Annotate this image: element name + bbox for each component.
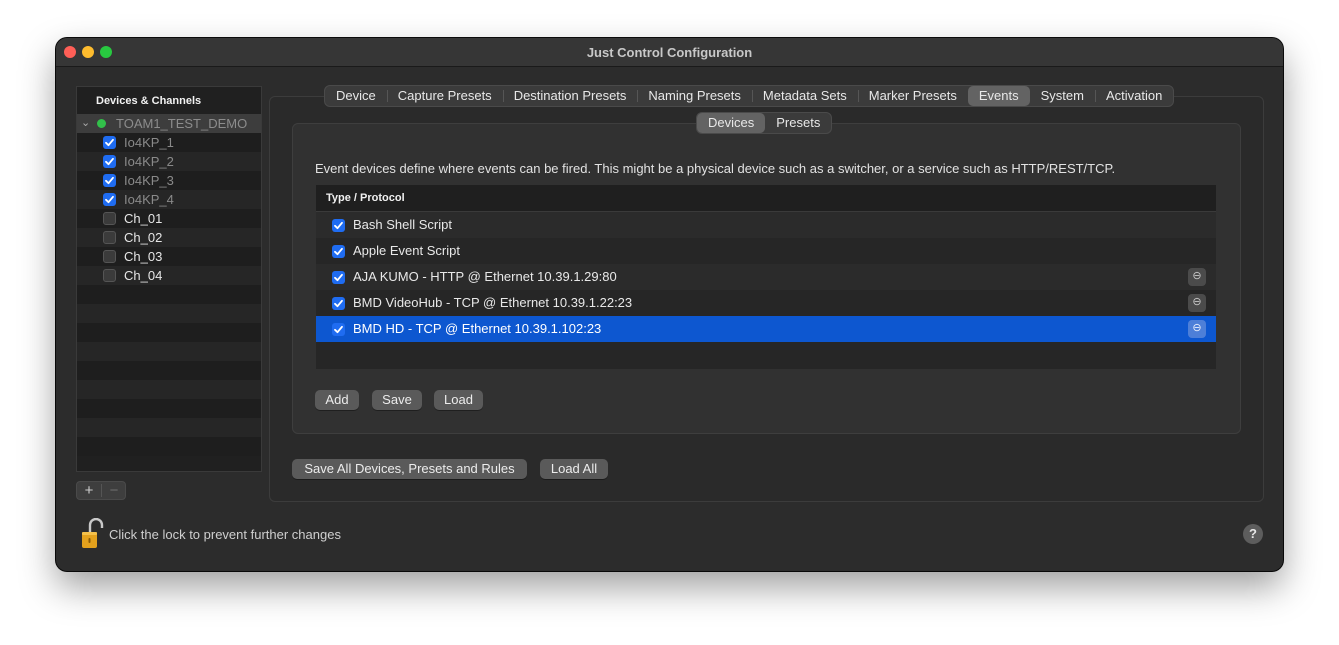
sidebar-group-row[interactable]: ⌄ TOAM1_TEST_DEMO	[77, 114, 261, 133]
table-row-label: Apple Event Script	[353, 243, 460, 258]
add-event-device-button[interactable]: Add	[315, 390, 359, 410]
load-all-button[interactable]: Load All	[540, 459, 608, 479]
row-action-icon[interactable]: ⊖	[1188, 268, 1206, 286]
window-title: Just Control Configuration	[586, 45, 753, 60]
checkbox-unchecked[interactable]	[103, 231, 116, 244]
sidebar-item-label: Io4KP_4	[124, 192, 174, 207]
tab-capture-presets[interactable]: Capture Presets	[386, 86, 503, 106]
sidebar-list: ⌄ TOAM1_TEST_DEMO Io4KP_1 Io4KP_2 Io4KP_3 I…	[77, 114, 261, 456]
table-body: Bash Shell Script Apple Event Script AJA K…	[316, 212, 1216, 368]
subtab-devices[interactable]: Devices	[697, 113, 766, 133]
checkbox-unchecked[interactable]	[103, 212, 116, 225]
checkbox-unchecked[interactable]	[103, 250, 116, 263]
empty-row	[77, 361, 261, 380]
empty-row	[77, 323, 261, 342]
sidebar-item-ch-02[interactable]: Ch_02	[77, 228, 261, 247]
sidebar-item-label: Ch_01	[124, 211, 163, 226]
sidebar-add-remove-control: + −	[76, 481, 126, 500]
add-device-button[interactable]: +	[77, 482, 101, 499]
row-action-icon[interactable]: ⊖	[1188, 320, 1206, 338]
status-dot-icon	[97, 119, 106, 128]
subtab-presets[interactable]: Presets	[765, 113, 831, 133]
load-event-devices-button[interactable]: Load	[434, 390, 483, 410]
sidebar-item-label: Ch_02	[124, 230, 163, 245]
empty-row	[77, 380, 261, 399]
table-row[interactable]: BMD VideoHub - TCP @ Ethernet 10.39.1.22…	[316, 290, 1216, 316]
title-bar: Just Control Configuration	[56, 38, 1283, 67]
chevron-down-icon[interactable]: ⌄	[81, 114, 90, 133]
empty-row	[77, 437, 261, 456]
tab-events[interactable]: Events	[967, 86, 1030, 106]
sidebar-item-ch-04[interactable]: Ch_04	[77, 266, 261, 285]
table-row-label: BMD HD - TCP @ Ethernet 10.39.1.102:23	[353, 321, 602, 336]
sidebar-item-label: Ch_03	[124, 249, 163, 264]
event-devices-table: Type / Protocol Bash Shell Script Apple E…	[316, 185, 1216, 369]
sidebar-item-label: Io4KP_2	[124, 154, 174, 169]
sidebar-item-io4kp-3[interactable]: Io4KP_3	[77, 171, 261, 190]
table-row[interactable]: BMD HD - TCP @ Ethernet 10.39.1.102:23 ⊖	[316, 316, 1216, 342]
save-event-devices-button[interactable]: Save	[372, 390, 422, 410]
checkbox-unchecked[interactable]	[103, 269, 116, 282]
tab-naming-presets[interactable]: Naming Presets	[637, 86, 751, 106]
table-row[interactable]: AJA KUMO - HTTP @ Ethernet 10.39.1.29:80…	[316, 264, 1216, 290]
empty-row	[77, 285, 261, 304]
checkbox-checked[interactable]	[332, 219, 345, 232]
save-all-button[interactable]: Save All Devices, Presets and Rules	[292, 459, 527, 479]
tab-activation[interactable]: Activation	[1094, 86, 1173, 106]
checkbox-checked[interactable]	[332, 271, 345, 284]
empty-row	[77, 342, 261, 361]
sidebar-item-io4kp-2[interactable]: Io4KP_2	[77, 152, 261, 171]
sidebar-item-io4kp-1[interactable]: Io4KP_1	[77, 133, 261, 152]
sidebar-item-io4kp-4[interactable]: Io4KP_4	[77, 190, 261, 209]
main-tab-bar: Device Capture Presets Destination Presets…	[324, 85, 1175, 107]
checkbox-checked[interactable]	[103, 155, 116, 168]
table-row-label: BMD VideoHub - TCP @ Ethernet 10.39.1.22…	[353, 295, 633, 310]
checkbox-checked[interactable]	[103, 136, 116, 149]
app-window: Just Control Configuration Devices & Cha…	[56, 38, 1283, 571]
sidebar-item-label: Ch_04	[124, 268, 163, 283]
events-description: Event devices define where events can be…	[315, 161, 1116, 176]
empty-row	[77, 418, 261, 437]
lock-label: Click the lock to prevent further change…	[109, 527, 341, 542]
lock-icon[interactable]	[80, 517, 106, 555]
sidebar-item-label: Io4KP_3	[124, 173, 174, 188]
row-action-icon[interactable]: ⊖	[1188, 294, 1206, 312]
events-subtab-bar: Devices Presets	[696, 112, 833, 134]
table-row-label: AJA KUMO - HTTP @ Ethernet 10.39.1.29:80	[353, 269, 617, 284]
checkbox-checked[interactable]	[103, 174, 116, 187]
table-row[interactable]: Bash Shell Script	[316, 212, 1216, 238]
empty-row	[77, 304, 261, 323]
checkbox-checked[interactable]	[332, 297, 345, 310]
checkbox-checked[interactable]	[103, 193, 116, 206]
help-button[interactable]: ?	[1243, 524, 1263, 544]
remove-device-button[interactable]: −	[102, 482, 126, 499]
sidebar-item-ch-01[interactable]: Ch_01	[77, 209, 261, 228]
tab-metadata-sets[interactable]: Metadata Sets	[751, 86, 858, 106]
sidebar-header: Devices & Channels	[96, 95, 202, 107]
empty-row	[316, 342, 1216, 368]
tab-device[interactable]: Device	[325, 86, 387, 106]
tab-system[interactable]: System	[1030, 86, 1095, 106]
devices-sidebar: Devices & Channels ⌄ TOAM1_TEST_DEMO Io4…	[76, 86, 262, 472]
table-header[interactable]: Type / Protocol	[316, 185, 1216, 212]
checkbox-checked[interactable]	[332, 245, 345, 258]
sidebar-item-ch-03[interactable]: Ch_03	[77, 247, 261, 266]
sidebar-item-label: Io4KP_1	[124, 135, 174, 150]
table-row[interactable]: Apple Event Script	[316, 238, 1216, 264]
tab-destination-presets[interactable]: Destination Presets	[502, 86, 638, 106]
sidebar-group-label: TOAM1_TEST_DEMO	[116, 116, 248, 131]
table-row-label: Bash Shell Script	[353, 217, 452, 232]
empty-row	[77, 399, 261, 418]
checkbox-checked[interactable]	[332, 323, 345, 336]
tab-marker-presets[interactable]: Marker Presets	[857, 86, 968, 106]
